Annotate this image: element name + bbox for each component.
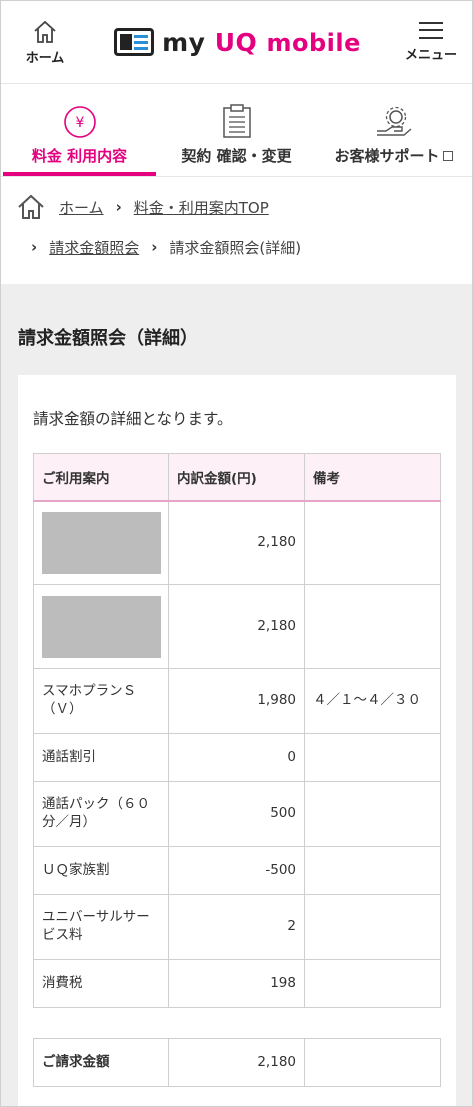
breadcrumb-separator: ›: [115, 198, 122, 216]
note-cell: [304, 894, 441, 960]
note-cell: [304, 584, 441, 669]
yen-icon: ¥: [63, 106, 96, 138]
menu-button[interactable]: メニュー: [400, 21, 462, 63]
svg-text:¥: ¥: [75, 115, 84, 131]
intro-text: 請求金額の詳細となります。: [33, 410, 233, 428]
tab-billing-usage[interactable]: ¥ 料金 利用内容: [1, 84, 158, 176]
item-cell: [33, 500, 169, 585]
note-cell: [304, 846, 441, 895]
note-cell: [304, 781, 441, 847]
redacted-image: [42, 511, 161, 574]
table-row: 2,180: [33, 584, 441, 669]
total-table: ご請求金額 2,180: [33, 1038, 441, 1087]
logo-text: my UQ mobile: [162, 27, 361, 57]
note-cell: ４／１～４／３０: [304, 668, 441, 734]
breadcrumb-separator: ›: [31, 238, 38, 256]
item-cell: ユニバーサルサービス料: [33, 894, 169, 960]
amount-cell: 1,980: [168, 668, 305, 734]
amount-cell: 500: [168, 781, 305, 847]
amount-cell: 2,180: [168, 500, 305, 585]
tab-support[interactable]: お客様サポート: [315, 84, 472, 176]
column-header: 備考: [304, 453, 441, 502]
note-cell: [304, 733, 441, 782]
amount-cell: -500: [168, 846, 305, 895]
tab-label: 料金 利用内容: [31, 147, 128, 165]
table-row: ＵＱ家族割 -500: [33, 846, 441, 895]
billing-detail-table: ご利用案内 内訳金額(円) 備考 2,180 2,180 スマホプランＳ（Ｖ） …: [33, 453, 441, 1008]
table-header-row: ご利用案内 内訳金額(円) 備考: [33, 453, 441, 502]
page-title: 請求金額照会（詳細）: [18, 328, 198, 349]
app-frame: ホーム my UQ mobile メニュー ¥ 料金 利用内容 契約 確認・変更…: [0, 0, 473, 1107]
table-row: スマホプランＳ（Ｖ） 1,980 ４／１～４／３０: [33, 668, 441, 734]
id-card-icon: [114, 28, 155, 56]
amount-cell: 198: [168, 959, 305, 1008]
clipboard-icon: [222, 104, 251, 138]
amount-cell: 2: [168, 894, 305, 960]
home-icon: [34, 20, 56, 43]
hamburger-icon: [418, 21, 443, 39]
redacted-image: [42, 595, 161, 658]
note-cell: [304, 959, 441, 1008]
main-tabs: ¥ 料金 利用内容 契約 確認・変更 お客様サポート: [1, 84, 472, 177]
item-cell: [33, 584, 169, 669]
top-header: ホーム my UQ mobile メニュー: [1, 1, 472, 84]
table-row: 2,180: [33, 500, 441, 585]
tab-label: 契約 確認・変更: [181, 147, 292, 165]
home-icon: [18, 194, 44, 219]
tab-label: お客様サポート: [334, 145, 453, 166]
column-header: ご利用案内: [33, 453, 169, 502]
note-cell: [304, 500, 441, 585]
total-row: ご請求金額 2,180: [33, 1038, 441, 1087]
table-row: 通話割引 0: [33, 733, 441, 782]
table-row: ユニバーサルサービス料 2: [33, 894, 441, 960]
table-row: 通話パック（６０分／月） 500: [33, 781, 441, 847]
item-cell: 消費税: [33, 959, 169, 1008]
tab-contract[interactable]: 契約 確認・変更: [158, 84, 315, 176]
external-link-icon: [442, 151, 453, 161]
support-gear-icon: [376, 106, 411, 136]
breadcrumb-current: 請求金額照会(詳細): [169, 238, 302, 257]
home-button[interactable]: ホーム: [15, 19, 75, 66]
item-cell: 通話パック（６０分／月）: [33, 781, 169, 847]
item-cell: スマホプランＳ（Ｖ）: [33, 668, 169, 734]
menu-label: メニュー: [404, 47, 457, 63]
amount-cell: 2,180: [168, 584, 305, 669]
total-amount: 2,180: [168, 1038, 305, 1087]
column-header: 内訳金額(円): [168, 453, 305, 502]
detail-card: 請求金額の詳細となります。 ご利用案内 内訳金額(円) 備考 2,180 2,1…: [18, 375, 456, 1106]
breadcrumb-home-link[interactable]: ホーム: [59, 197, 104, 218]
amount-cell: 0: [168, 733, 305, 782]
item-cell: ＵＱ家族割: [33, 846, 169, 895]
home-label: ホーム: [25, 50, 65, 66]
breadcrumb-top-link[interactable]: 料金・利用案内TOP: [134, 197, 269, 218]
breadcrumb-billing-link[interactable]: 請求金額照会: [49, 237, 139, 258]
breadcrumb-separator: ›: [151, 238, 158, 256]
content-area: 請求金額照会（詳細） 請求金額の詳細となります。 ご利用案内 内訳金額(円) 備…: [1, 284, 472, 1106]
total-note: [304, 1038, 441, 1087]
table-row: 消費税 198: [33, 959, 441, 1008]
brand-logo[interactable]: my UQ mobile: [114, 28, 361, 57]
item-cell: 通話割引: [33, 733, 169, 782]
total-label: ご請求金額: [33, 1038, 169, 1087]
